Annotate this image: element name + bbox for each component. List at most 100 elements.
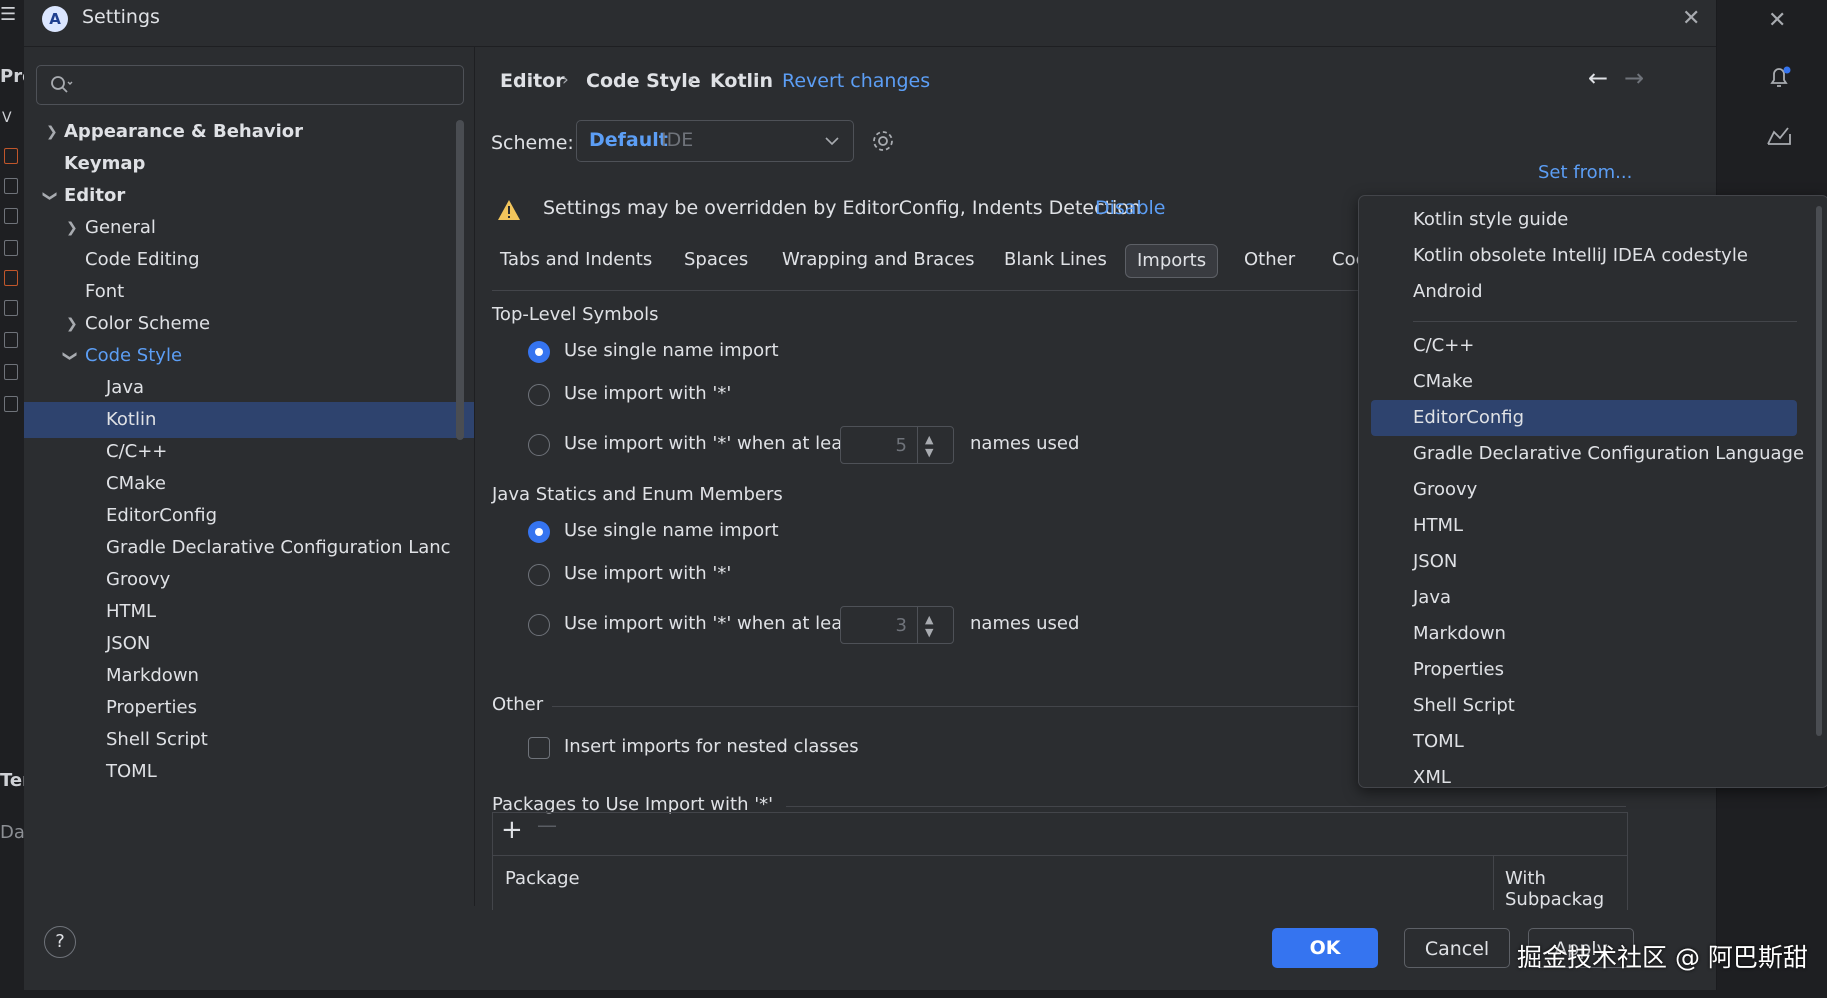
tree-item-shell-script[interactable]: Shell Script xyxy=(24,722,474,758)
java-statics-star-min-label[interactable]: Use import with '*' when at least xyxy=(564,613,859,634)
menu-item-xml[interactable]: XML xyxy=(1371,760,1797,787)
popup-scrollbar[interactable] xyxy=(1816,206,1822,736)
java-statics-single-import-radio[interactable] xyxy=(528,521,550,543)
tree-item-markdown[interactable]: Markdown xyxy=(24,658,474,694)
column-header-package[interactable]: Package xyxy=(505,868,580,889)
remove-package-button[interactable]: — xyxy=(537,813,557,837)
cancel-button[interactable]: Cancel xyxy=(1404,928,1510,968)
tree-item-gradle-declarative[interactable]: Gradle Declarative Configuration Lanc xyxy=(24,530,474,566)
tree-item-code-editing[interactable]: Code Editing xyxy=(24,242,474,278)
menu-item-c-cpp[interactable]: C/C++ xyxy=(1371,328,1797,364)
tree-item-editor[interactable]: ❯ Editor xyxy=(24,178,474,214)
java-statics-star-min-radio[interactable] xyxy=(528,614,550,636)
menu-item-groovy[interactable]: Groovy xyxy=(1371,472,1797,508)
scheme-dropdown[interactable]: Default IDE xyxy=(576,120,854,162)
tab-wrapping-and-braces[interactable]: Wrapping and Braces xyxy=(782,244,975,276)
tree-item-label: Color Scheme xyxy=(85,313,211,334)
forward-arrow-icon[interactable]: → xyxy=(1624,64,1644,92)
tab-spaces[interactable]: Spaces xyxy=(684,244,748,276)
menu-item-java[interactable]: Java xyxy=(1371,580,1797,616)
tree-item-properties[interactable]: Properties xyxy=(24,690,474,726)
ide-tree-fragment: V xyxy=(2,110,12,126)
tree-item-font[interactable]: Font xyxy=(24,274,474,310)
column-header-with-subpackages[interactable]: With Subpackag xyxy=(1505,868,1627,910)
java-statics-count-stepper[interactable]: 3 ▲ ▼ xyxy=(840,606,954,644)
stepper-up-icon[interactable]: ▲ xyxy=(925,433,933,446)
top-level-star-min-radio[interactable] xyxy=(528,434,550,456)
tree-item-editorconfig[interactable]: EditorConfig xyxy=(24,498,474,534)
disable-link[interactable]: Disable xyxy=(1095,197,1165,219)
java-statics-single-import-label[interactable]: Use single name import xyxy=(564,520,779,541)
settings-tree: ❯ Appearance & Behavior Keymap ❯ Editor … xyxy=(24,114,474,910)
tree-item-label: Java xyxy=(106,377,145,398)
settings-search-box[interactable] xyxy=(36,65,464,105)
menu-item-shell-script[interactable]: Shell Script xyxy=(1371,688,1797,724)
tree-item-groovy[interactable]: Groovy xyxy=(24,562,474,598)
stepper-up-icon[interactable]: ▲ xyxy=(925,613,933,626)
java-statics-star-import-label[interactable]: Use import with '*' xyxy=(564,563,731,584)
panel-divider[interactable] xyxy=(474,46,475,906)
tree-item-toml[interactable]: TOML xyxy=(24,754,474,790)
menu-item-properties[interactable]: Properties xyxy=(1371,652,1797,688)
tree-item-cmake[interactable]: CMake xyxy=(24,466,474,502)
menu-item-kotlin-style-guide[interactable]: Kotlin style guide xyxy=(1371,202,1797,238)
chevron-down-icon xyxy=(825,137,839,146)
tree-item-c-cpp[interactable]: C/C++ xyxy=(24,434,474,470)
tab-blank-lines[interactable]: Blank Lines xyxy=(1004,244,1107,276)
tree-item-html[interactable]: HTML xyxy=(24,594,474,630)
tab-tabs-and-indents[interactable]: Tabs and Indents xyxy=(500,244,652,276)
settings-search-input[interactable] xyxy=(77,72,451,98)
menu-item-editorconfig[interactable]: EditorConfig xyxy=(1371,400,1797,436)
breadcrumb-editor[interactable]: Editor xyxy=(500,70,565,92)
tree-item-java[interactable]: Java xyxy=(24,370,474,406)
ai-assistant-icon[interactable] xyxy=(1764,122,1794,152)
menu-item-toml[interactable]: TOML xyxy=(1371,724,1797,760)
tree-item-keymap[interactable]: Keymap xyxy=(24,146,474,182)
bell-icon[interactable] xyxy=(1764,62,1794,92)
tree-item-general[interactable]: ❯ General xyxy=(24,210,474,246)
breadcrumb-code-style[interactable]: Code Style xyxy=(586,70,701,92)
gear-icon[interactable] xyxy=(870,128,896,154)
dialog-close-icon[interactable]: ✕ xyxy=(1682,6,1700,31)
tree-item-json[interactable]: JSON xyxy=(24,626,474,662)
tab-other[interactable]: Other xyxy=(1244,244,1295,276)
add-package-button[interactable]: + xyxy=(501,815,523,845)
top-level-star-min-label[interactable]: Use import with '*' when at least xyxy=(564,433,859,454)
top-level-star-import-radio[interactable] xyxy=(528,384,550,406)
tree-item-code-style[interactable]: ❯ Code Style xyxy=(24,338,474,374)
insert-nested-imports-checkbox[interactable] xyxy=(528,737,550,759)
help-button[interactable]: ? xyxy=(44,926,76,958)
revert-changes-link[interactable]: Revert changes xyxy=(782,70,930,92)
sidebar-scrollbar[interactable] xyxy=(456,120,464,440)
ok-button[interactable]: OK xyxy=(1272,928,1378,968)
menu-item-html[interactable]: HTML xyxy=(1371,508,1797,544)
tree-item-label: Gradle Declarative Configuration Lanc xyxy=(106,537,451,558)
top-level-single-import-radio[interactable] xyxy=(528,341,550,363)
ide-menu-icon[interactable]: ☰ xyxy=(0,4,16,25)
top-level-single-import-label[interactable]: Use single name import xyxy=(564,340,779,361)
tree-item-kotlin[interactable]: Kotlin xyxy=(24,402,474,438)
chevron-right-icon: ❯ xyxy=(66,316,78,332)
tree-item-appearance-behavior[interactable]: ❯ Appearance & Behavior xyxy=(24,114,474,150)
watermark-text: 掘金技术社区 @ 阿巴斯甜 xyxy=(1517,943,1808,972)
menu-item-markdown[interactable]: Markdown xyxy=(1371,616,1797,652)
tab-imports[interactable]: Imports xyxy=(1125,244,1219,278)
menu-item-cmake[interactable]: CMake xyxy=(1371,364,1797,400)
tree-item-label: Editor xyxy=(64,185,126,206)
menu-item-kotlin-obsolete[interactable]: Kotlin obsolete IntelliJ IDEA codestyle xyxy=(1371,238,1797,274)
set-from-popup-menu: Kotlin style guide Kotlin obsolete Intel… xyxy=(1358,195,1827,788)
menu-item-json[interactable]: JSON xyxy=(1371,544,1797,580)
tree-item-color-scheme[interactable]: ❯ Color Scheme xyxy=(24,306,474,342)
breadcrumb-separator: › xyxy=(688,70,695,90)
ide-close-icon[interactable]: ✕ xyxy=(1768,8,1786,33)
menu-item-android[interactable]: Android xyxy=(1371,274,1797,310)
menu-item-gradle-declarative[interactable]: Gradle Declarative Configuration Languag… xyxy=(1371,436,1804,472)
insert-nested-imports-label[interactable]: Insert imports for nested classes xyxy=(564,736,859,757)
java-statics-star-import-radio[interactable] xyxy=(528,564,550,586)
back-arrow-icon[interactable]: ← xyxy=(1588,64,1608,92)
top-level-count-stepper[interactable]: 5 ▲ ▼ xyxy=(840,426,954,464)
stepper-down-icon[interactable]: ▼ xyxy=(925,626,933,639)
stepper-down-icon[interactable]: ▼ xyxy=(925,446,933,459)
top-level-star-import-label[interactable]: Use import with '*' xyxy=(564,383,731,404)
set-from-link[interactable]: Set from... xyxy=(1538,162,1632,183)
